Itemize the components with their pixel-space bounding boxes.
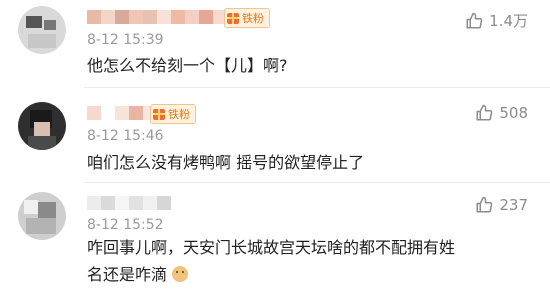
like-count: 237	[499, 196, 528, 214]
like-count: 508	[499, 104, 528, 122]
comment-text-line-2: 名还是咋滴	[87, 261, 507, 288]
comment-text: 咱们怎么没有烤鸭啊 摇号的欲望停止了	[87, 153, 365, 172]
thumbs-up-icon	[475, 196, 493, 214]
like-button[interactable]: 237	[475, 196, 528, 214]
like-button[interactable]: 1.4万	[465, 10, 528, 31]
thumbs-up-icon	[475, 104, 493, 122]
username-blurred[interactable]	[87, 196, 171, 210]
doge-emoji-icon	[172, 266, 189, 282]
timestamp: 8-12 15:39	[87, 32, 164, 48]
badge-label: 铁粉	[242, 12, 264, 25]
comment-text: 咋回事儿啊，天安门长城故宫天坛啥的都不配拥有姓 名还是咋滴	[87, 234, 507, 288]
comment-text: 他怎么不给刻一个【儿】啊?	[87, 56, 288, 75]
divider	[84, 182, 550, 183]
username-blurred[interactable]	[87, 10, 227, 24]
comment-text-line-1: 咋回事儿啊，天安门长城故宫天坛啥的都不配拥有姓	[87, 238, 456, 257]
timestamp: 8-12 15:52	[87, 217, 164, 233]
gift-icon	[227, 12, 239, 24]
avatar[interactable]	[18, 192, 66, 240]
avatar[interactable]	[18, 102, 66, 150]
fan-badge[interactable]: 铁粉	[150, 104, 196, 124]
avatar[interactable]	[18, 6, 66, 54]
like-button[interactable]: 508	[475, 104, 528, 122]
username-blurred[interactable]	[87, 106, 157, 120]
gift-icon	[153, 108, 165, 120]
comment-text-line-2-text: 名还是咋滴	[87, 265, 168, 284]
like-count: 1.4万	[489, 12, 528, 30]
timestamp: 8-12 15:46	[87, 128, 164, 144]
fan-badge[interactable]: 铁粉	[224, 8, 270, 28]
thumbs-up-icon	[465, 12, 483, 30]
divider	[84, 87, 550, 88]
badge-label: 铁粉	[168, 108, 190, 121]
